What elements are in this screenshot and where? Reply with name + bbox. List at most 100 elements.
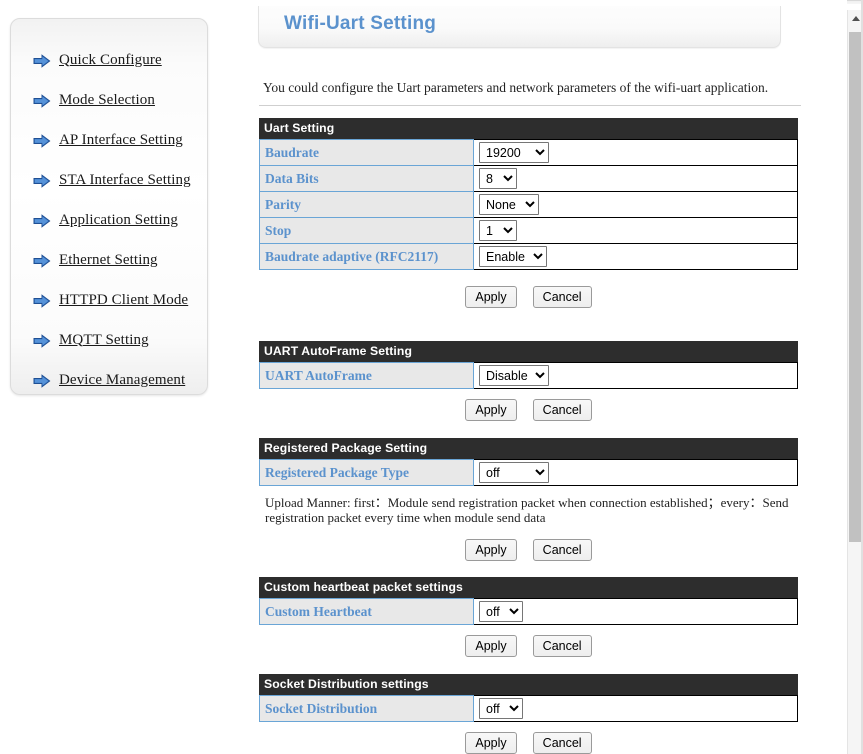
uart-cancel-button[interactable]: Cancel — [532, 286, 592, 308]
right-arrow-icon — [33, 374, 51, 388]
row-label-registered-package-type: Registered Package Type — [259, 459, 474, 486]
registered-package-cancel-button[interactable]: Cancel — [532, 539, 592, 561]
table-row: Parity None — [259, 191, 798, 218]
uart-settings-table: Baudrate 19200 Data Bits 8 Parity None S… — [259, 139, 798, 270]
sidebar-item-httpd-client-mode[interactable]: HTTPD Client Mode — [33, 289, 188, 311]
right-arrow-icon — [33, 174, 51, 188]
uart-autoframe-select[interactable]: Disable — [479, 365, 549, 386]
sidebar-item-quick-configure[interactable]: Quick Configure — [33, 49, 162, 71]
section-registered-package-setting: Registered Package Setting Registered Pa… — [259, 438, 798, 561]
sidebar-item-ap-interface-setting[interactable]: AP Interface Setting — [33, 129, 183, 151]
socket-distribution-select[interactable]: off — [479, 698, 523, 719]
table-row: Stop 1 — [259, 217, 798, 244]
row-label-socket-distribution: Socket Distribution — [259, 695, 474, 722]
section-socket-distribution-settings: Socket Distribution settings Socket Dist… — [259, 674, 798, 754]
autoframe-button-row: Apply Cancel — [259, 399, 798, 421]
row-label-baudrate-adaptive: Baudrate adaptive (RFC2117) — [259, 243, 474, 270]
registered-package-type-select[interactable]: off — [479, 462, 549, 483]
section-uart-setting: Uart Setting Baudrate 19200 Data Bits 8 — [259, 118, 798, 308]
horizontal-divider — [259, 105, 801, 106]
right-arrow-icon — [33, 254, 51, 268]
row-label-baudrate: Baudrate — [259, 139, 474, 166]
table-row: Baudrate adaptive (RFC2117) Enable — [259, 243, 798, 270]
row-value-baudrate: 19200 — [473, 139, 798, 166]
sidebar-item-sta-interface-setting[interactable]: STA Interface Setting — [33, 169, 191, 191]
row-value-stop: 1 — [473, 217, 798, 244]
table-row: UART AutoFrame Disable — [259, 362, 798, 389]
section-header: Socket Distribution settings — [259, 674, 798, 695]
row-label-uart-autoframe: UART AutoFrame — [259, 362, 474, 389]
data-bits-select[interactable]: 8 — [479, 168, 517, 189]
section-custom-heartbeat-settings: Custom heartbeat packet settings Custom … — [259, 577, 798, 657]
heartbeat-button-row: Apply Cancel — [259, 635, 798, 657]
table-row: Custom Heartbeat off — [259, 598, 798, 625]
heartbeat-cancel-button[interactable]: Cancel — [532, 635, 592, 657]
autoframe-cancel-button[interactable]: Cancel — [532, 399, 592, 421]
baudrate-adaptive-select[interactable]: Enable — [479, 246, 547, 267]
sidebar-item-ethernet-setting[interactable]: Ethernet Setting — [33, 249, 158, 271]
row-value-socket-distribution: off — [473, 695, 798, 722]
page-viewport: Quick Configure Mode Selection AP Interf… — [0, 0, 847, 754]
right-arrow-icon — [33, 134, 51, 148]
sidebar-item-device-management[interactable]: Device Management — [33, 369, 185, 391]
row-value-parity: None — [473, 191, 798, 218]
stop-bits-select[interactable]: 1 — [479, 220, 517, 241]
sidebar-item-label: MQTT Setting — [59, 331, 149, 348]
autoframe-apply-button[interactable]: Apply — [465, 399, 517, 421]
row-value-baudrate-adaptive: Enable — [473, 243, 798, 270]
registered-package-button-row: Apply Cancel — [259, 539, 798, 561]
section-uart-autoframe-setting: UART AutoFrame Setting UART AutoFrame Di… — [259, 341, 798, 421]
row-value-registered-package-type: off — [473, 459, 798, 486]
registered-package-apply-button[interactable]: Apply — [465, 539, 517, 561]
right-arrow-icon — [33, 54, 51, 68]
section-header: Uart Setting — [259, 118, 798, 139]
sidebar-item-label: Application Setting — [59, 211, 178, 228]
section-header: UART AutoFrame Setting — [259, 341, 798, 362]
section-header: Custom heartbeat packet settings — [259, 577, 798, 598]
custom-heartbeat-select[interactable]: off — [479, 601, 523, 622]
sidebar-item-label: Device Management — [59, 371, 186, 388]
socket-distribution-cancel-button[interactable]: Cancel — [532, 732, 592, 754]
row-label-data-bits: Data Bits — [259, 165, 474, 192]
section-header: Registered Package Setting — [259, 438, 798, 459]
uart-button-row: Apply Cancel — [259, 286, 798, 308]
page-title-panel: Wifi-Uart Setting — [258, 6, 781, 48]
sidebar-item-mqtt-setting[interactable]: MQTT Setting — [33, 329, 149, 351]
sidebar-navigation: Quick Configure Mode Selection AP Interf… — [10, 18, 208, 395]
right-arrow-icon — [33, 214, 51, 228]
sidebar-item-label: Mode Selection — [59, 91, 155, 108]
page-intro-text: You could configure the Uart parameters … — [263, 80, 769, 95]
heartbeat-apply-button[interactable]: Apply — [465, 635, 517, 657]
sidebar-item-label: Ethernet Setting — [59, 251, 158, 268]
row-value-custom-heartbeat: off — [473, 598, 798, 625]
row-label-parity: Parity — [259, 191, 474, 218]
sidebar-item-application-setting[interactable]: Application Setting — [33, 209, 178, 231]
caret-up-icon — [851, 16, 860, 21]
baudrate-select[interactable]: 19200 — [479, 142, 549, 163]
table-row: Baudrate 19200 — [259, 139, 798, 166]
autoframe-settings-table: UART AutoFrame Disable — [259, 362, 798, 389]
row-label-stop: Stop — [259, 217, 474, 244]
row-value-uart-autoframe: Disable — [473, 362, 798, 389]
socket-distribution-settings-table: Socket Distribution off — [259, 695, 798, 722]
sidebar-item-label: Quick Configure — [59, 51, 162, 68]
row-label-custom-heartbeat: Custom Heartbeat — [259, 598, 474, 625]
row-value-data-bits: 8 — [473, 165, 798, 192]
sidebar-item-label: AP Interface Setting — [59, 131, 183, 148]
parity-select[interactable]: None — [479, 194, 539, 215]
table-row: Socket Distribution off — [259, 695, 798, 722]
sidebar-item-label: STA Interface Setting — [59, 171, 191, 188]
right-arrow-icon — [33, 294, 51, 308]
heartbeat-settings-table: Custom Heartbeat off — [259, 598, 798, 625]
right-arrow-icon — [33, 94, 51, 108]
page-title: Wifi-Uart Setting — [284, 13, 437, 34]
sidebar-item-label: HTTPD Client Mode — [59, 291, 189, 308]
socket-distribution-button-row: Apply Cancel — [259, 732, 798, 754]
table-row: Registered Package Type off — [259, 459, 798, 486]
right-arrow-icon — [33, 334, 51, 348]
registered-package-note: Upload Manner: first：Module send registr… — [265, 495, 789, 525]
sidebar-item-mode-selection[interactable]: Mode Selection — [33, 89, 155, 111]
uart-apply-button[interactable]: Apply — [465, 286, 517, 308]
socket-distribution-apply-button[interactable]: Apply — [465, 732, 517, 754]
table-row: Data Bits 8 — [259, 165, 798, 192]
